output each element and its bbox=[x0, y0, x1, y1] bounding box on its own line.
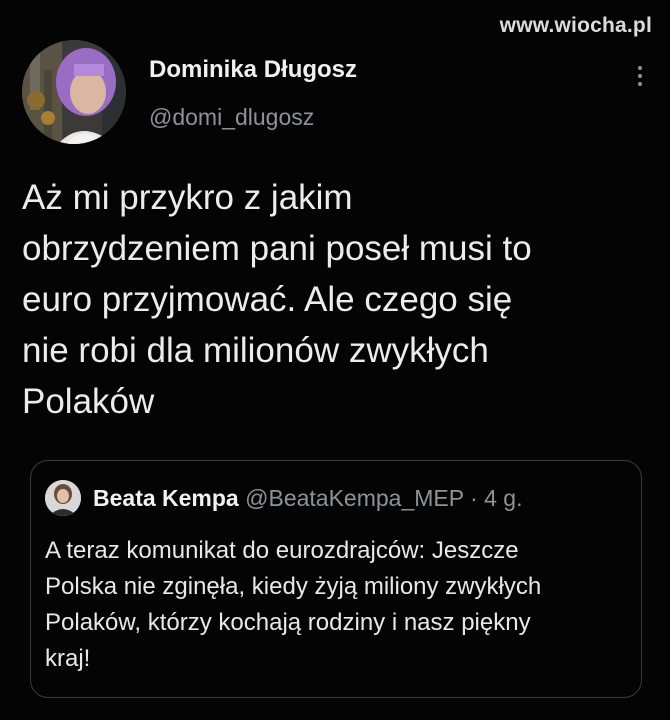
avatar[interactable] bbox=[22, 40, 126, 144]
author-name[interactable]: Dominika Długosz bbox=[149, 56, 357, 84]
tweet-header: Dominika Długosz @domi_dlugosz bbox=[22, 40, 648, 146]
quoted-tweet[interactable]: Beata Kempa @BeataKempa_MEP · 4 g. A ter… bbox=[30, 460, 642, 698]
avatar-photo bbox=[22, 40, 126, 144]
author-handle[interactable]: @domi_dlugosz bbox=[149, 104, 314, 131]
quoted-timestamp[interactable]: 4 g. bbox=[484, 485, 522, 511]
tweet-screenshot: www.wiocha.pl Dominika Długosz @domi_dlu… bbox=[0, 0, 670, 720]
quoted-header: Beata Kempa @BeataKempa_MEP · 4 g. bbox=[93, 485, 523, 512]
watermark: www.wiocha.pl bbox=[499, 14, 652, 37]
quoted-avatar[interactable] bbox=[45, 480, 81, 516]
quoted-author-handle[interactable]: @BeataKempa_MEP bbox=[245, 485, 464, 511]
quoted-line: kraj! bbox=[45, 645, 91, 672]
tweet-line: Polaków bbox=[22, 382, 155, 421]
tweet-line: obrzydzeniem pani poseł musi to bbox=[22, 229, 532, 268]
quoted-line: A teraz komunikat do eurozdrajców: Jeszc… bbox=[45, 537, 519, 564]
quoted-tweet-text: A teraz komunikat do eurozdrajców: Jeszc… bbox=[45, 533, 635, 677]
tweet-text: Aż mi przykro z jakim obrzydzeniem pani … bbox=[22, 172, 652, 427]
separator-dot: · bbox=[470, 485, 478, 511]
quoted-author-name[interactable]: Beata Kempa bbox=[93, 485, 239, 511]
tweet-line: Aż mi przykro z jakim bbox=[22, 178, 353, 217]
more-vertical-icon[interactable] bbox=[632, 62, 648, 98]
quoted-line: Polska nie zginęła, kiedy żyją miliony z… bbox=[45, 573, 542, 600]
tweet-line: nie robi dla milionów zwykłych bbox=[22, 331, 489, 370]
quoted-avatar-photo bbox=[45, 480, 81, 516]
quoted-line: Polaków, którzy kochają rodziny i nasz p… bbox=[45, 609, 531, 636]
tweet-line: euro przyjmować. Ale czego się bbox=[22, 280, 513, 319]
